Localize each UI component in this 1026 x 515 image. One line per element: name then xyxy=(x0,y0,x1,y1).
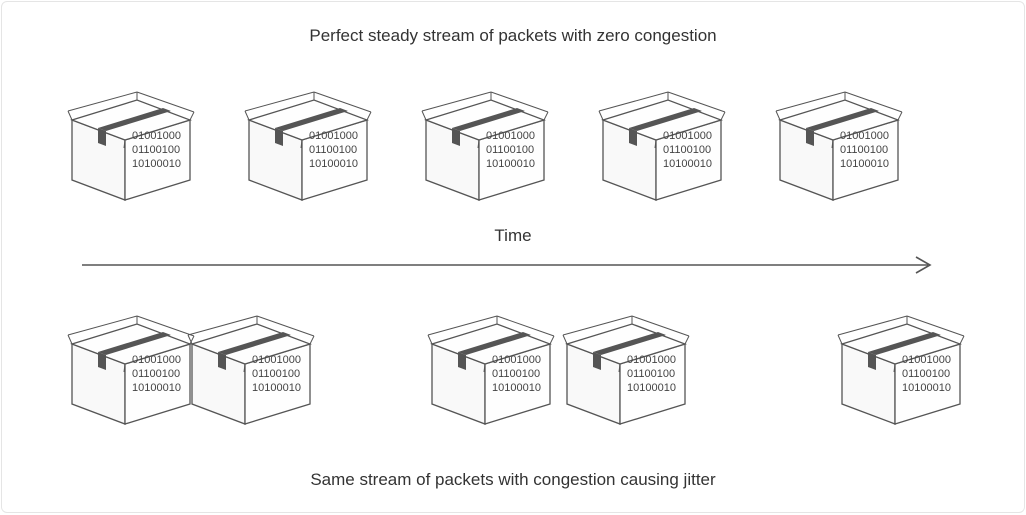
packet-binary-text: 01001000 01100100 10100010 xyxy=(132,353,181,395)
packet-box-icon: 01001000 01100100 10100010 xyxy=(62,80,202,210)
packet-box-icon: 01001000 01100100 10100010 xyxy=(422,304,562,434)
packet-box-icon: 01001000 01100100 10100010 xyxy=(593,80,733,210)
packet-box-icon: 01001000 01100100 10100010 xyxy=(182,304,322,434)
packet-binary-text: 01001000 01100100 10100010 xyxy=(309,129,358,171)
packet-box-icon: 01001000 01100100 10100010 xyxy=(62,304,202,434)
packet-box-icon: 01001000 01100100 10100010 xyxy=(416,80,556,210)
packet-binary-text: 01001000 01100100 10100010 xyxy=(663,129,712,171)
packet-binary-text: 01001000 01100100 10100010 xyxy=(132,129,181,171)
packet-binary-text: 01001000 01100100 10100010 xyxy=(627,353,676,395)
packet-binary-text: 01001000 01100100 10100010 xyxy=(902,353,951,395)
row-jitter: 01001000 01100100 10100010 01001000 0110… xyxy=(2,304,1026,434)
packet-box-icon: 01001000 01100100 10100010 xyxy=(832,304,972,434)
packet-box-icon: 01001000 01100100 10100010 xyxy=(770,80,910,210)
diagram-frame: Perfect steady stream of packets with ze… xyxy=(1,1,1025,513)
time-arrow-icon xyxy=(82,254,942,276)
packet-binary-text: 01001000 01100100 10100010 xyxy=(840,129,889,171)
packet-binary-text: 01001000 01100100 10100010 xyxy=(252,353,301,395)
caption-bottom: Same stream of packets with congestion c… xyxy=(2,470,1024,490)
axis-label-time: Time xyxy=(2,226,1024,246)
row-steady: 01001000 01100100 10100010 01001000 0110… xyxy=(2,80,1026,210)
packet-box-icon: 01001000 01100100 10100010 xyxy=(557,304,697,434)
packet-binary-text: 01001000 01100100 10100010 xyxy=(492,353,541,395)
packet-binary-text: 01001000 01100100 10100010 xyxy=(486,129,535,171)
caption-top: Perfect steady stream of packets with ze… xyxy=(2,26,1024,46)
packet-box-icon: 01001000 01100100 10100010 xyxy=(239,80,379,210)
